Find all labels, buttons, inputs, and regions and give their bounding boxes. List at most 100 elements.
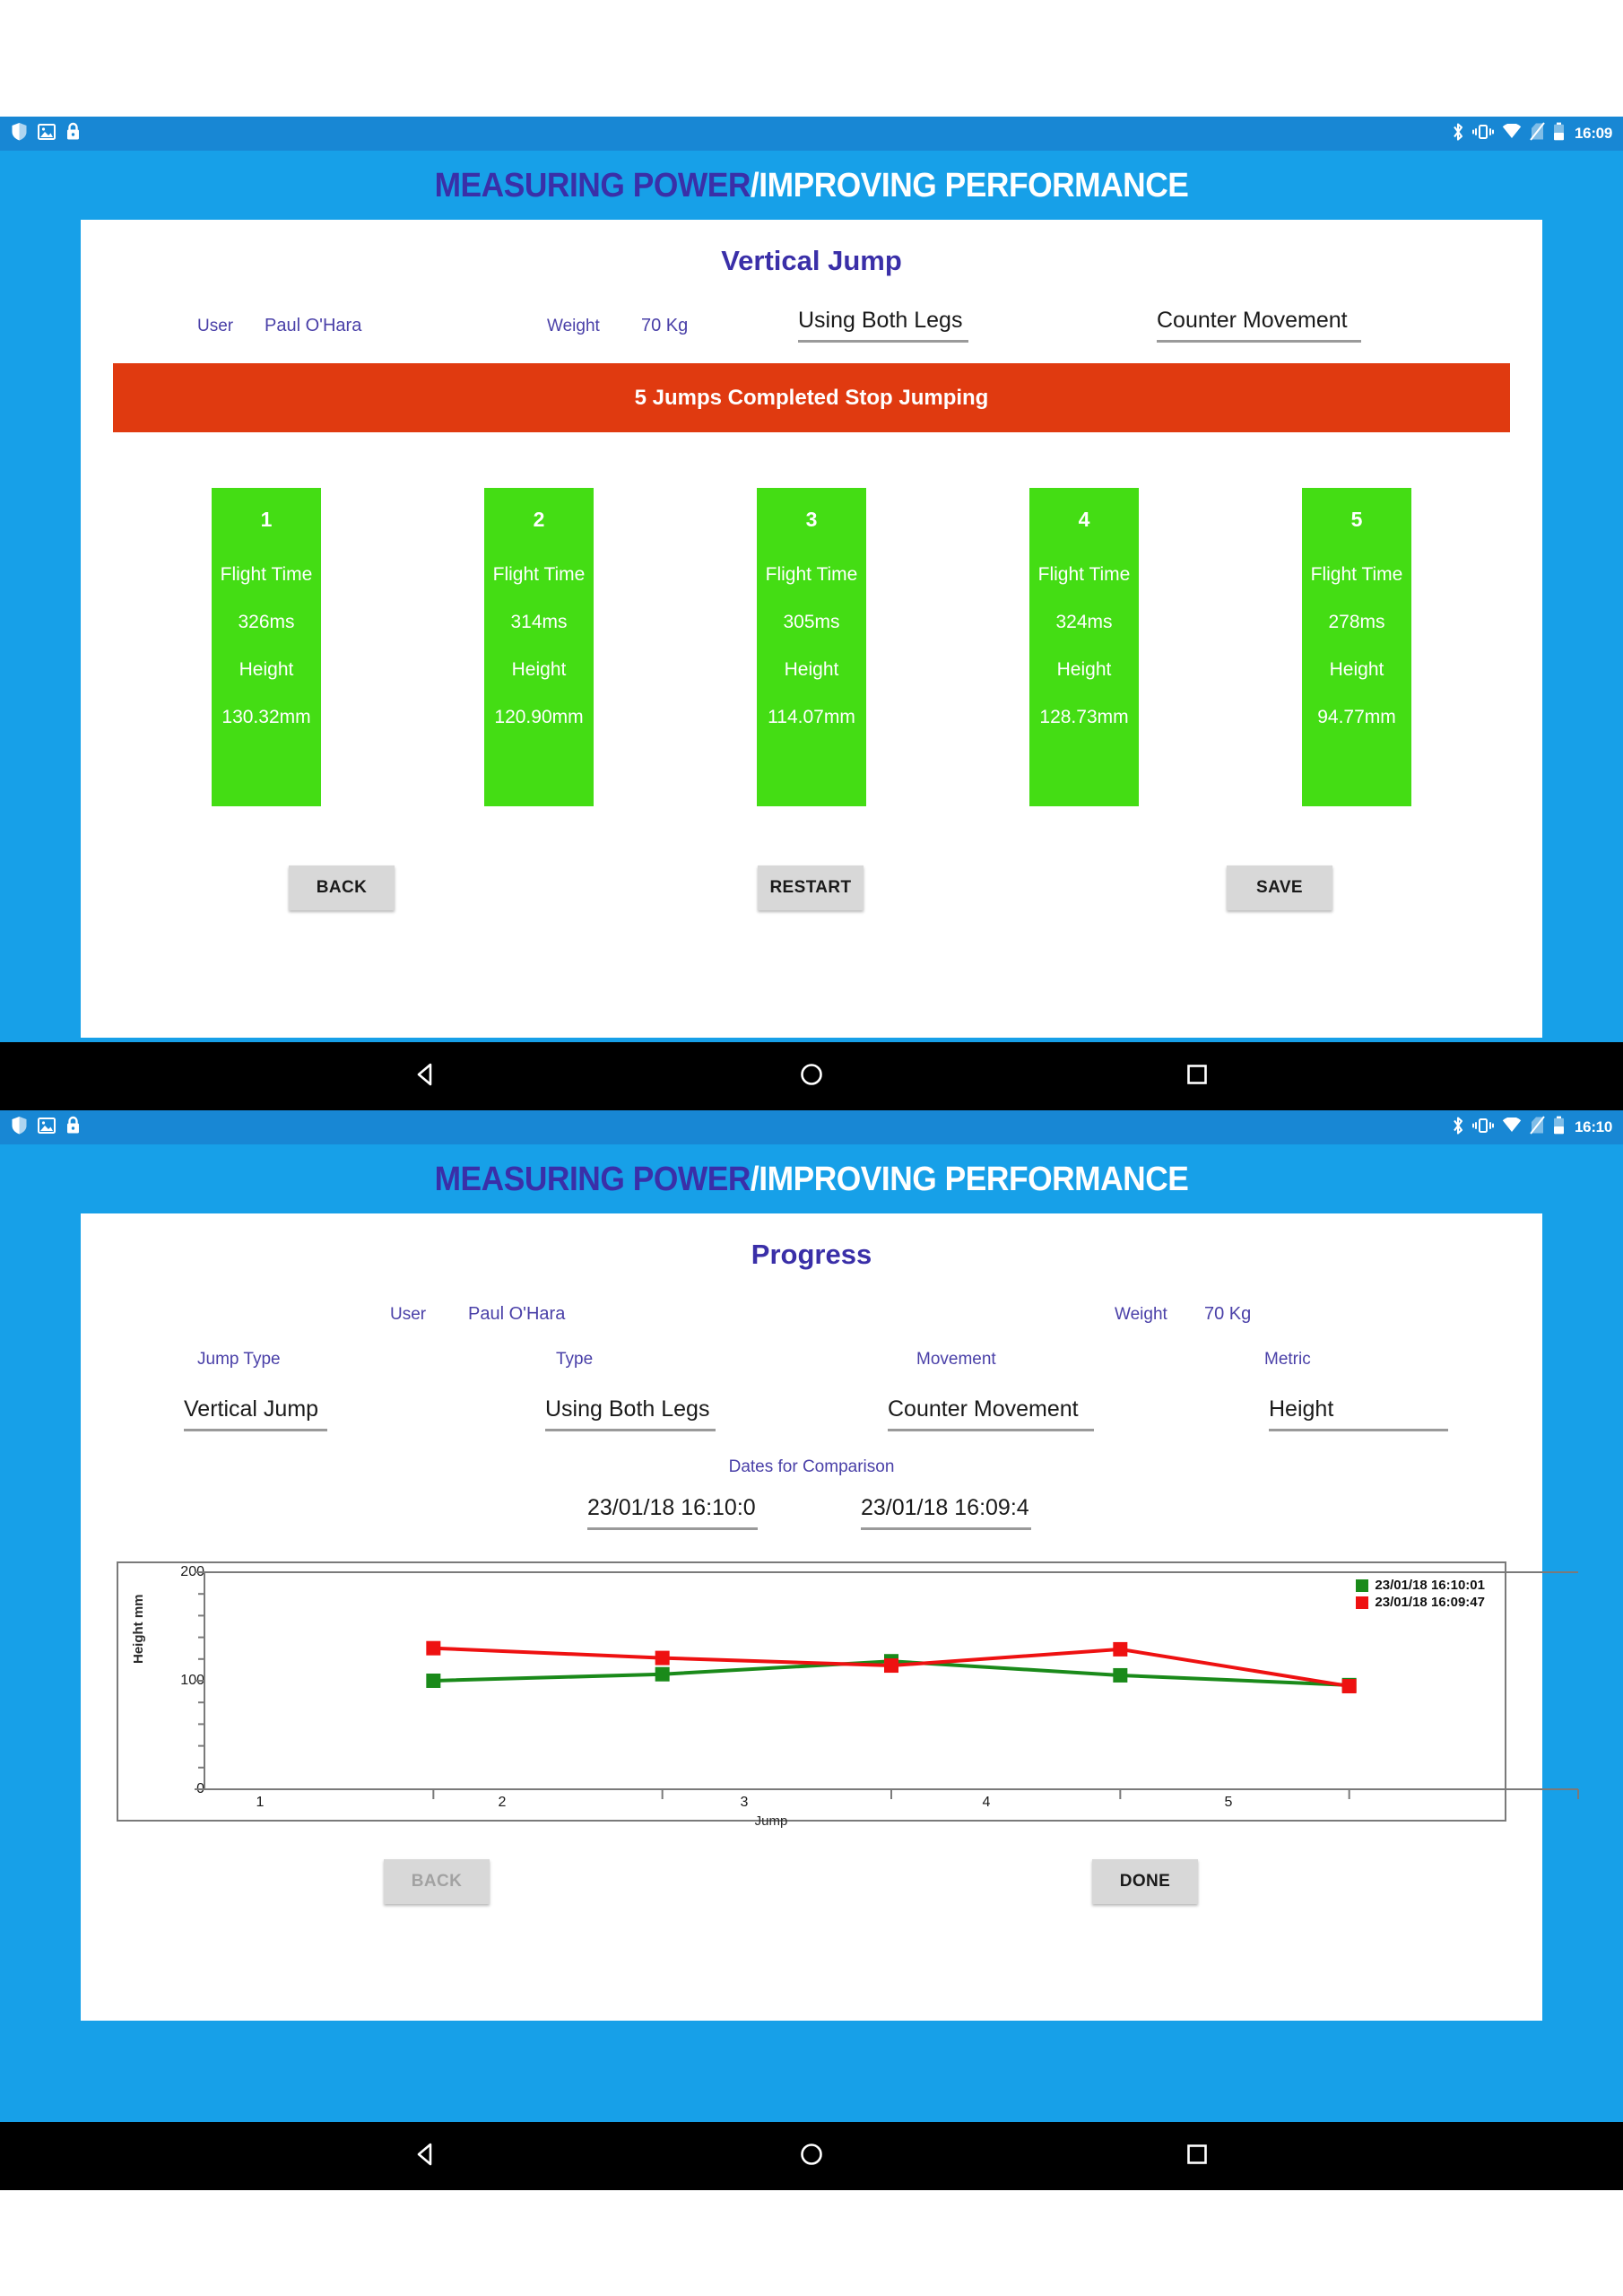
progress-chart: Height mm 200 100 0 1 2 3 4 5 Jump 23/01… (117, 1561, 1579, 1829)
progress-filter-selects: Vertical Jump Using Both Legs Counter Mo… (81, 1384, 1542, 1457)
page-title-progress: Progress (751, 1239, 872, 1270)
brand-part-improving-performance: /IMPROVING PERFORMANCE (750, 167, 1189, 204)
user-value: Paul O'Hara (468, 1304, 566, 1324)
weight-value: 70 Kg (641, 316, 689, 335)
vibrate-icon (1472, 1117, 1495, 1139)
jump-number: 2 (533, 508, 545, 531)
status-bar-clock: 16:09 (1575, 125, 1612, 142)
height-label: Height (1056, 659, 1112, 680)
shield-icon (11, 1116, 28, 1139)
jump-type-label: Jump Type (197, 1350, 281, 1369)
height-label: Height (239, 659, 294, 680)
back-button[interactable]: BACK (384, 1859, 490, 1904)
flight-time-value: 314ms (510, 612, 568, 632)
flight-time-value: 326ms (238, 612, 295, 632)
jump-result-card[interactable]: 5 Flight Time 278ms Height 94.77mm (1302, 488, 1411, 806)
height-value: 130.32mm (221, 707, 311, 727)
save-button[interactable]: SAVE (1227, 865, 1332, 910)
done-button[interactable]: DONE (1092, 1859, 1198, 1904)
restart-button[interactable]: RESTART (758, 865, 864, 910)
type-label: Type (556, 1350, 594, 1369)
status-bar-screen1: 16:09 (0, 117, 1623, 151)
recents-square-icon[interactable] (1184, 2141, 1211, 2172)
flight-time-label: Flight Time (1310, 564, 1403, 585)
bluetooth-icon (1452, 122, 1464, 146)
user-label: User (390, 1305, 427, 1324)
jump-number: 5 (1350, 508, 1363, 531)
jump-number: 1 (260, 508, 273, 531)
flight-time-value: 278ms (1328, 612, 1385, 632)
back-button[interactable]: BACK (289, 865, 395, 910)
image-icon (38, 1117, 56, 1138)
height-value: 114.07mm (768, 707, 855, 727)
jump-info-row: User Paul O'Hara Weight 70 Kg Using Both… (81, 297, 1542, 354)
height-value: 120.90mm (494, 707, 584, 727)
page-title-vertical-jump: Vertical Jump (721, 245, 902, 276)
height-value: 128.73mm (1039, 707, 1129, 727)
home-circle-icon[interactable] (798, 2141, 825, 2172)
battery-icon (1553, 122, 1565, 145)
status-bar-left-icons-2 (11, 1116, 81, 1139)
movement-select[interactable]: Counter Movement (888, 1396, 1094, 1431)
wifi-icon (1502, 123, 1522, 144)
height-label: Height (784, 659, 839, 680)
flight-time-value: 324ms (1055, 612, 1113, 632)
flight-time-value: 305ms (783, 612, 840, 632)
height-value: 94.77mm (1317, 707, 1396, 727)
jump-result-card[interactable]: 4 Flight Time 324ms Height 128.73mm (1029, 488, 1139, 806)
vibrate-icon (1472, 123, 1495, 145)
image-icon (38, 123, 56, 144)
jump-number: 4 (1078, 508, 1090, 531)
jump-result-card[interactable]: 2 Flight Time 314ms Height 120.90mm (484, 488, 594, 806)
status-banner: 5 Jumps Completed Stop Jumping (113, 363, 1510, 432)
metric-select[interactable]: Height (1269, 1396, 1448, 1431)
no-sim-icon (1530, 1116, 1545, 1139)
jump-result-card[interactable]: 3 Flight Time 305ms Height 114.07mm (757, 488, 866, 806)
flight-time-label: Flight Time (492, 564, 586, 585)
jump-result-card[interactable]: 1 Flight Time 326ms Height 130.32mm (212, 488, 321, 806)
back-triangle-icon[interactable] (412, 1061, 439, 1092)
user-value: Paul O'Hara (265, 316, 362, 335)
progress-user-row: User Paul O'Hara Weight 70 Kg (81, 1291, 1542, 1343)
progress-filter-labels: Jump Type Type Movement Metric (81, 1343, 1542, 1384)
date-select-2[interactable]: 23/01/18 16:09:4 (861, 1495, 1031, 1530)
metric-label: Metric (1264, 1350, 1311, 1369)
no-sim-icon (1530, 122, 1545, 145)
jump-type-select[interactable]: Vertical Jump (184, 1396, 327, 1431)
movement-select[interactable]: Counter Movement (1157, 308, 1361, 343)
lock-icon (65, 122, 81, 145)
home-circle-icon[interactable] (798, 1061, 825, 1092)
status-bar-clock: 16:10 (1575, 1118, 1612, 1135)
date-select-1[interactable]: 23/01/18 16:10:0 (587, 1495, 758, 1530)
jump-results-list: 1 Flight Time 326ms Height 130.32mm 2 Fl… (81, 432, 1542, 806)
weight-value: 70 Kg (1204, 1304, 1252, 1324)
wifi-icon (1502, 1117, 1522, 1137)
battery-icon (1553, 1116, 1565, 1139)
jump-number: 3 (805, 508, 818, 531)
brand-part-measuring-power: MEASURING POWER (434, 167, 751, 204)
bluetooth-icon (1452, 1116, 1464, 1140)
status-bar-screen2: 16:10 (0, 1110, 1623, 1144)
legs-select[interactable]: Using Both Legs (798, 308, 968, 343)
brand-part-improving-performance: /IMPROVING PERFORMANCE (750, 1161, 1189, 1198)
android-nav-bar-2 (0, 2122, 1623, 2190)
height-label: Height (1329, 659, 1384, 680)
weight-label: Weight (547, 317, 600, 335)
brand-part-measuring-power: MEASURING POWER (434, 1161, 751, 1198)
height-label: Height (511, 659, 567, 680)
flight-time-label: Flight Time (765, 564, 858, 585)
app-brand-header-screen2: MEASURING POWER/IMPROVING PERFORMANCE (56, 1144, 1566, 1213)
screen2-button-row: BACK DONE (81, 1839, 1542, 1929)
user-label: User (197, 317, 234, 335)
shield-icon (11, 122, 28, 145)
type-select[interactable]: Using Both Legs (545, 1396, 716, 1431)
progress-date-selects: 23/01/18 16:10:0 23/01/18 16:09:4 (81, 1477, 1542, 1547)
movement-label: Movement (916, 1350, 996, 1369)
android-nav-bar-1 (0, 1042, 1623, 1110)
vertical-jump-card: Vertical Jump User Paul O'Hara Weight 70… (81, 220, 1542, 1038)
flight-time-label: Flight Time (220, 564, 313, 585)
weight-label: Weight (1115, 1305, 1167, 1324)
status-bar-right-icons-2: 16:10 (1452, 1116, 1612, 1140)
recents-square-icon[interactable] (1184, 1061, 1211, 1092)
back-triangle-icon[interactable] (412, 2141, 439, 2172)
